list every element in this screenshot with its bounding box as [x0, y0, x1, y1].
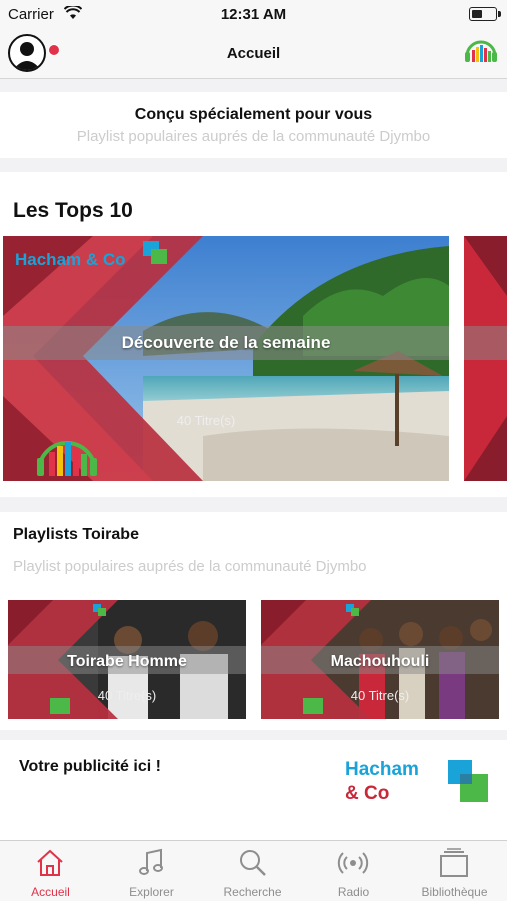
clock: 12:31 AM [220, 6, 287, 23]
featured-title: Conçu spécialement pour vous [134, 106, 373, 123]
tab-recherche[interactable]: Recherche [202, 841, 303, 901]
music-note-icon [139, 848, 163, 875]
home-icon [37, 849, 63, 876]
tile-label: Toirabe Homme [67, 653, 187, 670]
banner-track-count: 40 Titre(s) [176, 413, 236, 428]
tab-label: Accueil [31, 885, 70, 899]
page-title: Accueil [226, 45, 281, 62]
battery-icon [469, 7, 501, 21]
banner-playlist-label: Découverte de la semaine [121, 333, 331, 352]
featured-section: Conçu spécialement pour vous Playlist po… [0, 92, 507, 158]
radio-icon [337, 852, 369, 874]
tab-label: Bibliothèque [421, 885, 488, 899]
ad-logo-squares-icon [448, 760, 488, 802]
ad-title: Votre publicité ici ! [19, 758, 161, 775]
toirabe-title: Playlists Toirabe [13, 526, 139, 543]
ad-logo-line1: Hacham [345, 759, 419, 780]
tops-banner-card[interactable]: Hacham & Co Découverte de la semaine 40 … [3, 236, 449, 481]
playlist-tile-toirabe-homme[interactable]: Toirabe Homme 40 Titre(s) [8, 600, 246, 719]
tile-label: Machouhouli [330, 653, 430, 670]
beach-scene-image [3, 236, 449, 481]
ad-section[interactable]: Votre publicité ici ! Hacham & Co [0, 740, 507, 840]
library-icon [440, 848, 468, 877]
status-bar: Carrier 12:31 AM [0, 0, 507, 30]
banner-brand-label: Hacham & Co [15, 250, 126, 269]
ad-logo: Hacham & Co [345, 758, 419, 806]
ad-logo-line2: & Co [345, 783, 390, 804]
toirabe-subtitle: Playlist populaires auprés de la communa… [13, 558, 367, 575]
featured-subtitle: Playlist populaires auprés de la communa… [76, 128, 431, 145]
next-banner-image [464, 236, 507, 481]
tab-radio[interactable]: Radio [303, 841, 404, 901]
playlist-tile-machouhouli[interactable]: Machouhouli 40 Titre(s) [261, 600, 499, 719]
headphones-logo-icon[interactable] [463, 36, 499, 64]
tab-label: Radio [337, 885, 370, 899]
tab-label: Recherche [223, 885, 282, 899]
tab-label: Explorer [129, 885, 174, 899]
tab-explorer[interactable]: Explorer [101, 841, 202, 901]
toirabe-section: Playlists Toirabe Playlist populaires au… [0, 512, 507, 730]
tile-track-count: 40 Titre(s) [97, 688, 157, 703]
tab-bar: Accueil Explorer Recherche Radio Bibliot… [0, 840, 507, 901]
tops-next-banner-card[interactable] [464, 236, 507, 481]
tab-accueil[interactable]: Accueil [0, 841, 101, 901]
tops-section: Les Tops 10 Hacham & Co Découverte de la… [0, 172, 507, 497]
search-icon [240, 850, 266, 876]
navigation-bar: Accueil [0, 30, 507, 79]
tops-title: Les Tops 10 [13, 199, 133, 222]
tab-bibliotheque[interactable]: Bibliothèque [404, 841, 505, 901]
tile-track-count: 40 Titre(s) [350, 688, 410, 703]
